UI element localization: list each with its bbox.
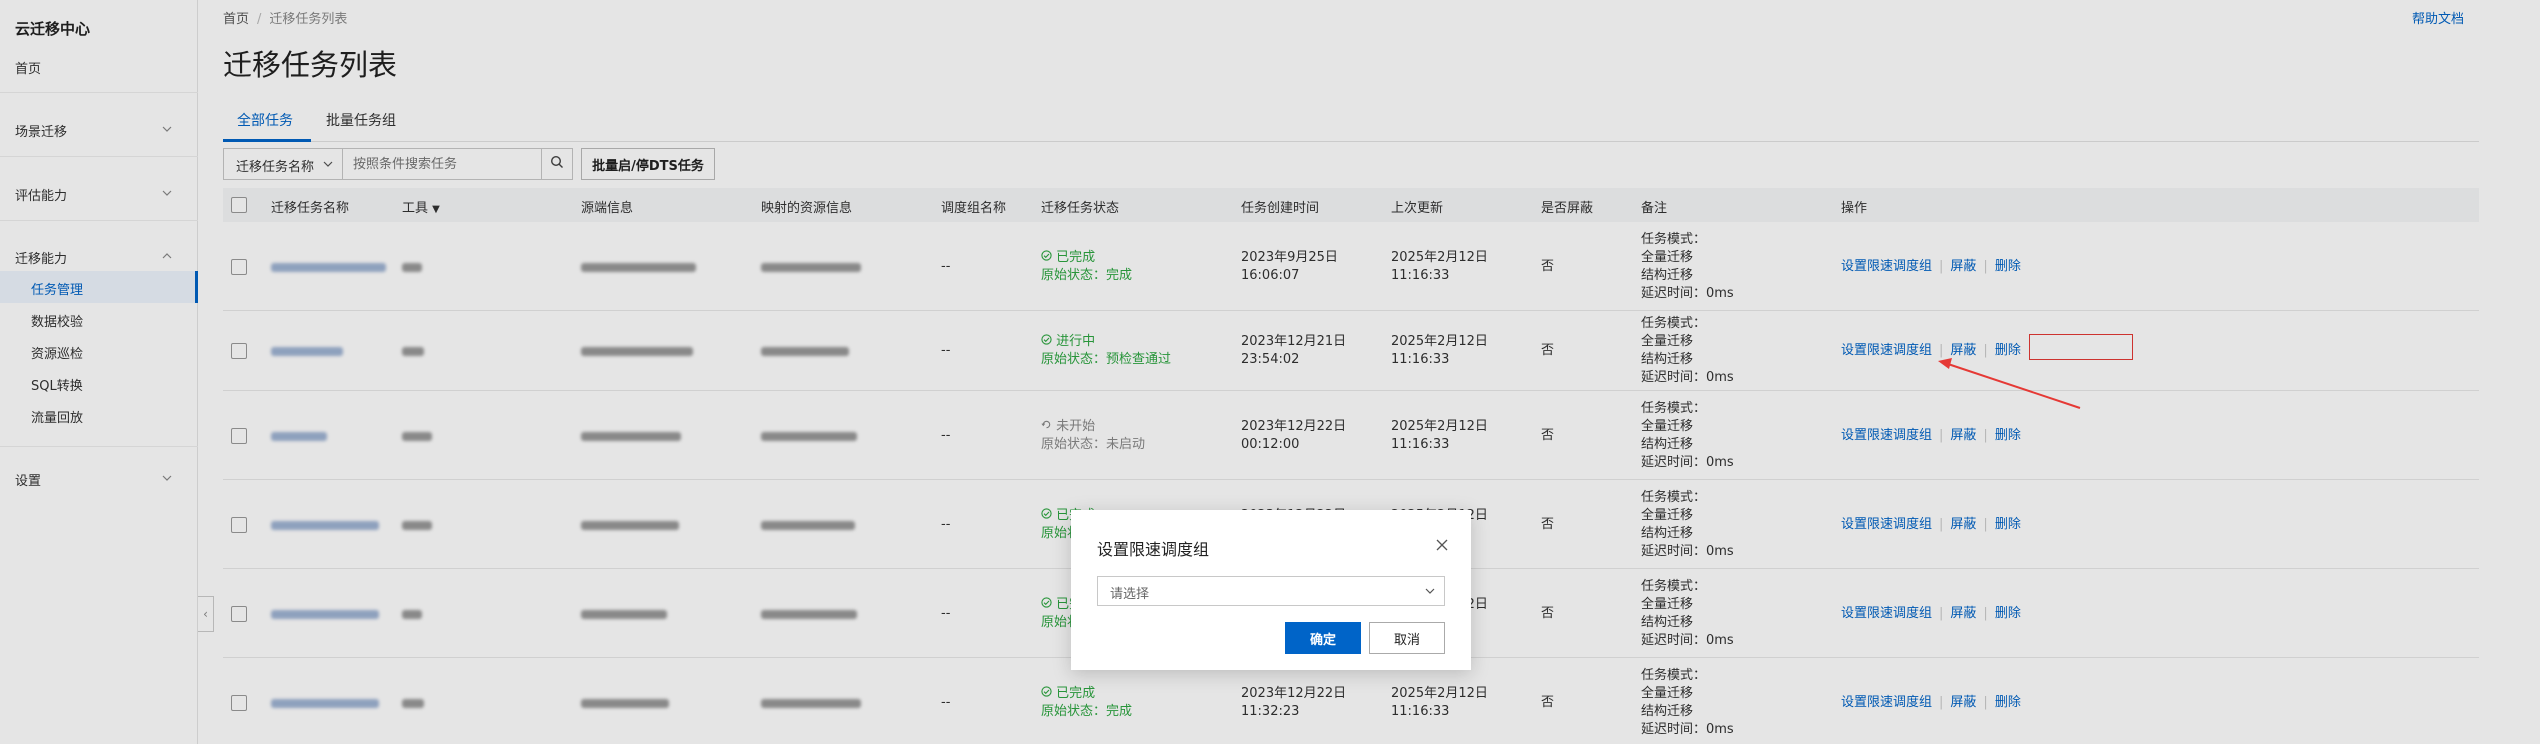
confirm-button[interactable]: 确定 (1285, 622, 1361, 654)
schedule-group-placeholder: 请选择 (1110, 587, 1150, 602)
chevron-down-icon (1424, 585, 1436, 597)
cancel-button[interactable]: 取消 (1369, 622, 1445, 654)
dialog-title: 设置限速调度组 (1097, 540, 1210, 559)
close-icon[interactable] (1435, 538, 1449, 552)
schedule-group-select[interactable]: 请选择 (1097, 576, 1445, 606)
set-rate-limit-group-dialog: 设置限速调度组 请选择 确定 取消 (1071, 510, 1471, 670)
